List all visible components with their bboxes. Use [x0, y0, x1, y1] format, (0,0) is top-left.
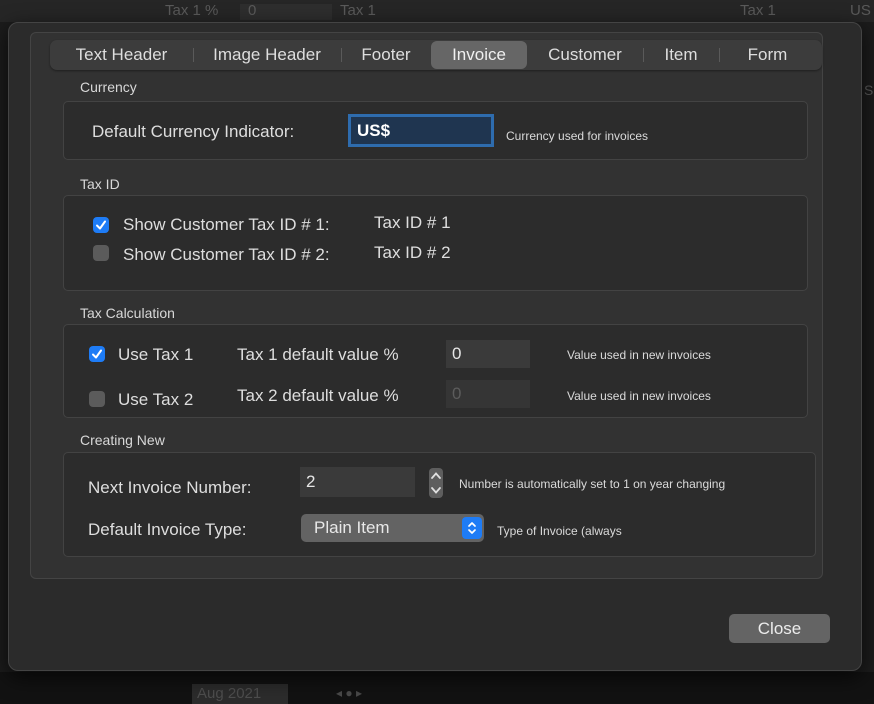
- tax-2-default-label: Tax 2 default value %: [237, 386, 399, 405]
- next-invoice-number-hint: Number is automatically set to 1 on year…: [459, 477, 726, 491]
- checkmark-icon: [96, 220, 106, 230]
- next-invoice-number-input[interactable]: [300, 467, 415, 497]
- background-nav-arrows-icon: ◂ ● ▸: [336, 686, 362, 700]
- tax-1-hint: Value used in new invoices: [567, 348, 711, 362]
- tab-form[interactable]: Form: [719, 40, 816, 70]
- next-invoice-number-label: Next Invoice Number:: [88, 478, 252, 497]
- next-invoice-number-stepper[interactable]: [429, 468, 443, 498]
- show-tax-id-1-checkbox[interactable]: [93, 217, 109, 233]
- close-button[interactable]: Close: [729, 614, 830, 643]
- currency-hint: Currency used for invoices: [506, 129, 649, 143]
- tax-id-2-value[interactable]: Tax ID # 2: [374, 243, 451, 263]
- chevron-up-icon[interactable]: [431, 472, 441, 479]
- use-tax-1-label: Use Tax 1: [118, 345, 194, 364]
- tab-image-header[interactable]: Image Header: [193, 40, 341, 70]
- creating-new-section-title: Creating New: [80, 432, 165, 448]
- tab-text-header[interactable]: Text Header: [50, 40, 193, 70]
- chevron-down-icon[interactable]: [431, 487, 441, 494]
- show-tax-id-1-label: Show Customer Tax ID # 1:: [123, 215, 330, 234]
- use-tax-2-label: Use Tax 2: [118, 390, 194, 409]
- tab-bar: Text Header Image Header Footer Invoice …: [50, 40, 822, 70]
- background-tax-label-3: Tax 1: [740, 2, 776, 19]
- default-currency-input[interactable]: [348, 114, 494, 147]
- tab-invoice[interactable]: Invoice: [431, 41, 527, 69]
- tax-id-section-title: Tax ID: [80, 176, 120, 192]
- default-invoice-type-hint: Type of Invoice (always: [497, 524, 622, 538]
- default-invoice-type-popup[interactable]: Plain Item: [301, 514, 484, 542]
- tab-footer[interactable]: Footer: [341, 40, 431, 70]
- tax-2-default-input[interactable]: [446, 380, 530, 408]
- background-char: S: [864, 82, 874, 98]
- checkmark-icon: [92, 349, 102, 359]
- default-currency-label: Default Currency Indicator:: [92, 122, 295, 141]
- use-tax-2-checkbox[interactable]: [89, 391, 105, 407]
- popup-arrows-icon: [462, 517, 482, 539]
- show-tax-id-2-checkbox[interactable]: [93, 245, 109, 261]
- show-tax-id-2-label: Show Customer Tax ID # 2:: [123, 245, 330, 264]
- use-tax-1-checkbox[interactable]: [89, 346, 105, 362]
- tax-1-default-label: Tax 1 default value %: [237, 345, 399, 364]
- background-tax-label: Tax 1 %: [165, 2, 219, 19]
- tax-calc-section-title: Tax Calculation: [80, 305, 175, 321]
- currency-section-title: Currency: [80, 79, 137, 95]
- tax-2-hint: Value used in new invoices: [567, 389, 711, 403]
- background-currency: US: [850, 2, 871, 19]
- background-tax-value: 0: [248, 2, 257, 19]
- default-invoice-type-value: Plain Item: [314, 518, 390, 537]
- tab-item[interactable]: Item: [643, 40, 719, 70]
- default-invoice-type-label: Default Invoice Type:: [88, 520, 247, 539]
- background-bottom-strip: [0, 672, 874, 704]
- tax-id-1-value[interactable]: Tax ID # 1: [374, 213, 451, 233]
- tab-customer[interactable]: Customer: [527, 40, 643, 70]
- tax-1-default-input[interactable]: [446, 340, 530, 368]
- background-date: Aug 2021: [197, 685, 262, 702]
- background-tax-label-2: Tax 1: [340, 2, 376, 19]
